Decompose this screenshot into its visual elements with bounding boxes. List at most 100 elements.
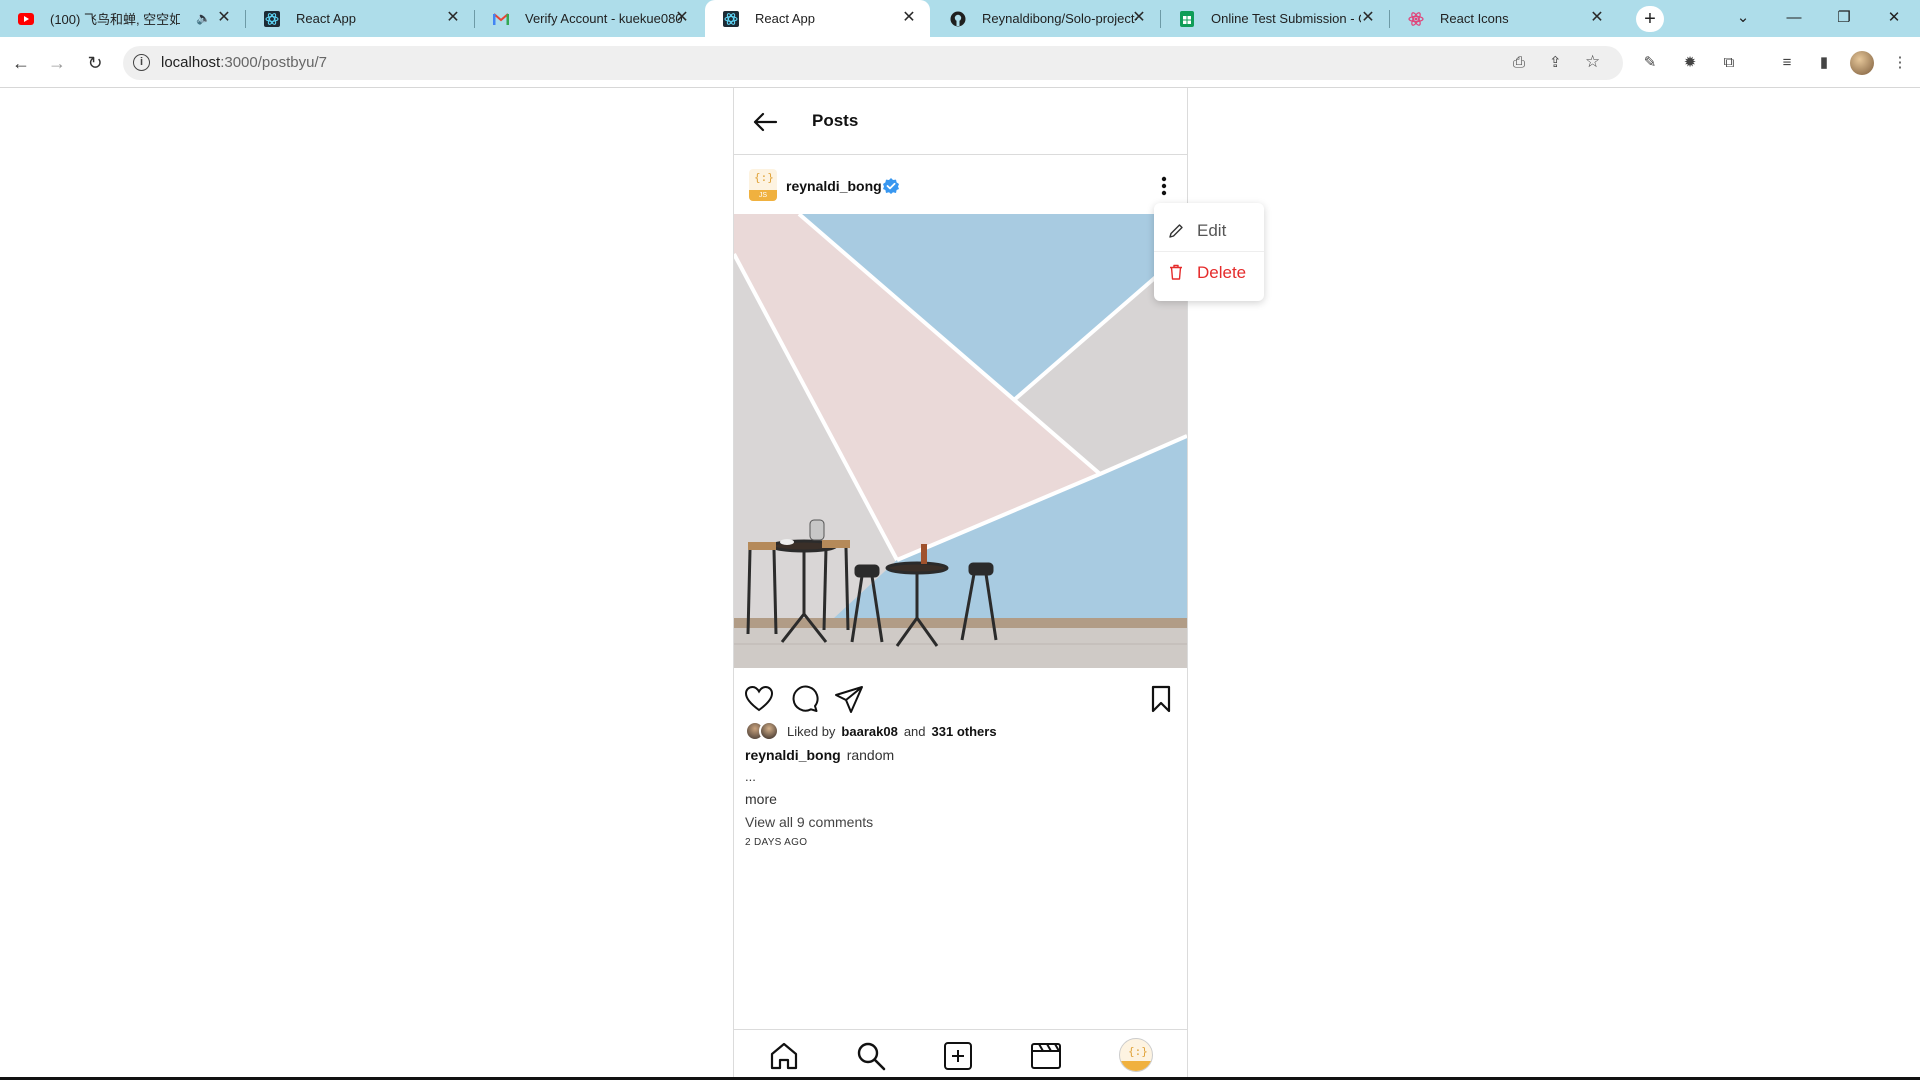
- share-icon[interactable]: ⇪: [1549, 53, 1562, 71]
- liker-avatar[interactable]: [759, 721, 779, 741]
- tab-close-icon[interactable]: ✕: [673, 9, 691, 27]
- tab-title: Reynaldibong/Solo-project-: [982, 11, 1137, 26]
- speaker-muted-icon[interactable]: 🔈: [196, 11, 211, 25]
- more-options-icon[interactable]: [1154, 174, 1174, 198]
- extensions-puzzle-icon[interactable]: ⧉: [1719, 53, 1739, 73]
- caption-ellipsis: ...: [745, 769, 756, 784]
- tab-search-chevron-icon[interactable]: ⌄: [1728, 6, 1758, 30]
- home-icon[interactable]: [767, 1039, 801, 1073]
- menu-divider: [1154, 251, 1264, 252]
- forward-nav-icon[interactable]: →: [44, 50, 70, 76]
- browser-tab-active[interactable]: React App ✕: [705, 0, 930, 37]
- caption-text: random: [846, 747, 895, 763]
- avatar[interactable]: {:} JS: [749, 169, 777, 201]
- avatar-badge-strip: [1120, 1061, 1152, 1071]
- view-comments-link[interactable]: View all 9 comments: [745, 814, 873, 830]
- liked-by-label: Liked by: [787, 723, 836, 739]
- browser-tab[interactable]: Reynaldibong/Solo-project- ✕: [932, 0, 1160, 37]
- url-text: localhost:3000/postbyu/7: [161, 54, 327, 71]
- gmail-icon: [493, 11, 509, 27]
- browser-tab-strip: (100) 飞鸟和蝉, 空空如也 🔈 ✕ React App ✕ Verify …: [0, 0, 1920, 37]
- app-header: Posts: [734, 88, 1187, 155]
- back-arrow-icon[interactable]: [752, 109, 778, 135]
- install-app-icon[interactable]: ⎙: [1513, 54, 1525, 71]
- liked-by-user[interactable]: baarak08: [841, 724, 897, 739]
- tab-close-icon[interactable]: ✕: [900, 9, 918, 27]
- bug-extension-icon[interactable]: ✹: [1680, 53, 1700, 73]
- tab-close-icon[interactable]: ✕: [215, 9, 233, 27]
- post-caption: reynaldi_bong random: [745, 747, 894, 763]
- edit-menu-item[interactable]: Edit: [1154, 211, 1264, 251]
- post-header: {:} JS reynaldi_bong: [734, 156, 1187, 216]
- back-nav-icon[interactable]: ←: [8, 50, 34, 76]
- avatar-glyph: {:}: [1128, 1045, 1148, 1058]
- site-info-icon[interactable]: i: [133, 54, 150, 71]
- tab-title: React App: [296, 11, 356, 26]
- edit-label: Edit: [1197, 221, 1227, 240]
- url-path: :3000/postbyu/7: [220, 54, 327, 71]
- likes-summary: Liked by baarak08 and 331 others: [745, 718, 997, 744]
- tab-title: React Icons: [1440, 11, 1509, 26]
- browser-tab[interactable]: React App ✕: [246, 0, 474, 37]
- eyedropper-extension-icon[interactable]: ✎: [1640, 53, 1660, 73]
- bottom-nav: {:}: [734, 1029, 1187, 1080]
- browser-tab[interactable]: Verify Account - kuekue080 ✕: [475, 0, 703, 37]
- app-container: Posts {:} JS reynaldi_bong Liked by baar…: [733, 88, 1188, 1080]
- bookmark-icon[interactable]: [1146, 684, 1176, 714]
- more-link[interactable]: more: [745, 791, 777, 807]
- browser-tab[interactable]: React Icons ✕: [1390, 0, 1618, 37]
- avatar-badge: JS: [749, 190, 777, 201]
- post-options-menu: Edit Delete: [1154, 203, 1264, 301]
- minimize-icon[interactable]: —: [1779, 6, 1809, 30]
- profile-nav-avatar[interactable]: {:}: [1119, 1038, 1153, 1072]
- and-label: and: [903, 723, 926, 739]
- caption-username[interactable]: reynaldi_bong: [745, 747, 841, 763]
- browser-toolbar: ← → ↻ i localhost:3000/postbyu/7 ⎙ ⇪ ☆ ✎…: [0, 37, 1920, 88]
- react-icon: [723, 11, 739, 27]
- share-send-icon[interactable]: [834, 684, 864, 714]
- heart-icon[interactable]: [744, 684, 774, 714]
- browser-tab[interactable]: (100) 飞鸟和蝉, 空空如也 🔈 ✕: [0, 0, 245, 37]
- post-actions: [734, 678, 1187, 718]
- post-timestamp: 2 DAYS AGO: [745, 837, 808, 848]
- tab-title: Online Test Submission - Go: [1211, 11, 1361, 26]
- react-icons-icon: [1408, 11, 1424, 27]
- url-host: localhost: [161, 54, 221, 71]
- side-panel-icon[interactable]: ▮: [1814, 53, 1834, 73]
- create-post-icon[interactable]: [941, 1039, 975, 1073]
- tab-close-icon[interactable]: ✕: [1130, 9, 1148, 27]
- search-icon[interactable]: [854, 1039, 888, 1073]
- tab-title: React App: [755, 11, 815, 26]
- tab-title: Verify Account - kuekue080: [525, 11, 683, 26]
- address-bar[interactable]: i localhost:3000/postbyu/7 ⎙ ⇪ ☆: [123, 46, 1623, 80]
- profile-avatar[interactable]: [1850, 51, 1874, 75]
- close-window-icon[interactable]: ✕: [1879, 6, 1909, 30]
- post-username[interactable]: reynaldi_bong: [786, 178, 882, 194]
- tab-close-icon[interactable]: ✕: [444, 9, 462, 27]
- restore-icon[interactable]: ❐: [1829, 6, 1859, 30]
- pencil-icon: [1169, 224, 1183, 238]
- reels-icon[interactable]: [1029, 1039, 1063, 1073]
- bookmark-star-icon[interactable]: ☆: [1585, 52, 1600, 72]
- github-icon: [950, 11, 966, 27]
- tab-close-icon[interactable]: ✕: [1588, 9, 1606, 27]
- reload-icon[interactable]: ↻: [82, 50, 108, 76]
- browser-tab[interactable]: Online Test Submission - Go ✕: [1161, 0, 1389, 37]
- avatar-glyph: {:}: [754, 171, 774, 184]
- page-title: Posts: [812, 111, 859, 130]
- sheets-icon: [1179, 11, 1195, 27]
- verified-badge-icon: [883, 178, 899, 194]
- youtube-icon: [18, 11, 34, 27]
- tab-close-icon[interactable]: ✕: [1359, 9, 1377, 27]
- comment-icon[interactable]: [789, 684, 819, 714]
- media-control-icon[interactable]: ≡: [1777, 53, 1797, 73]
- delete-label: Delete: [1197, 263, 1247, 282]
- tab-title: (100) 飞鸟和蝉, 空空如也: [50, 12, 180, 27]
- likes-others-count[interactable]: 331 others: [932, 724, 997, 739]
- post-image[interactable]: [734, 214, 1187, 668]
- browser-menu-icon[interactable]: ⋮: [1890, 53, 1910, 73]
- post-photo: [734, 214, 1187, 668]
- delete-menu-item[interactable]: Delete: [1154, 253, 1264, 293]
- react-icon: [264, 11, 280, 27]
- new-tab-button[interactable]: +: [1636, 6, 1664, 32]
